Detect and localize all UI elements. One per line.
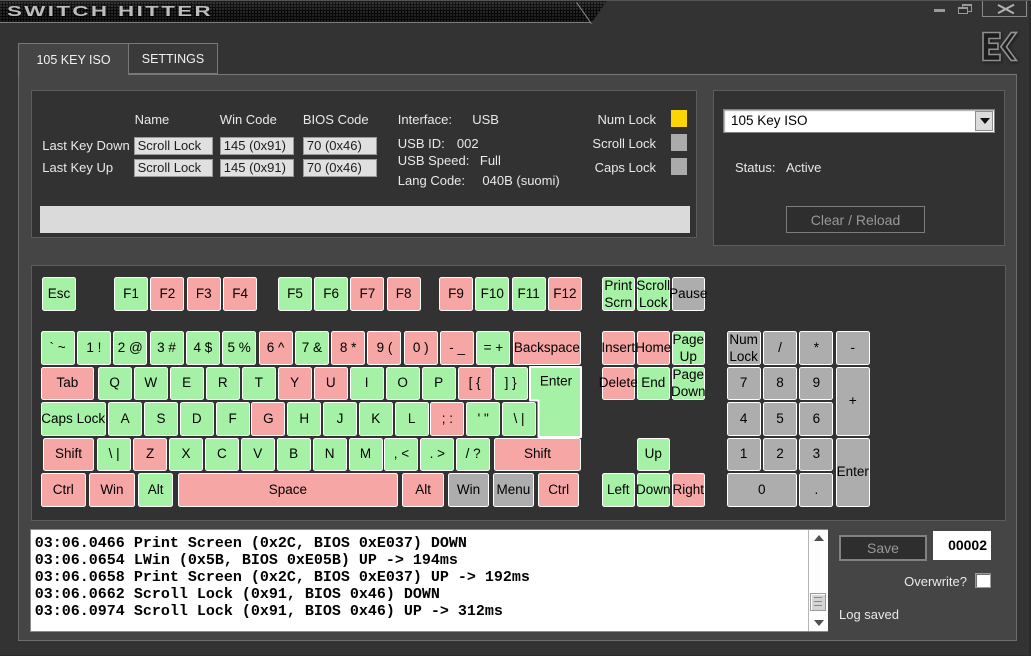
svg-text:Enter: Enter: [540, 373, 573, 388]
